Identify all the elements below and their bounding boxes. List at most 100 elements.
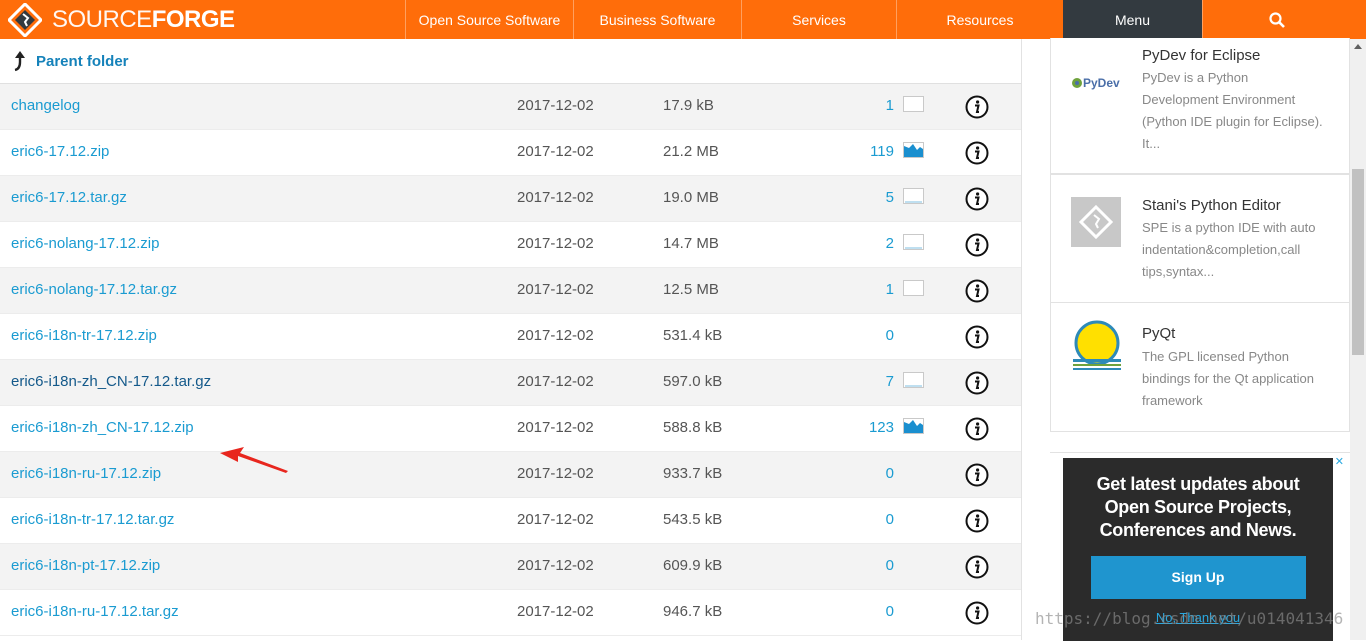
download-count[interactable]: 0	[886, 603, 894, 620]
file-name-link[interactable]: eric6-nolang-17.12.tar.gz	[11, 281, 177, 298]
file-row: eric6-i18n-zh_CN-17.12.zip 2017-12-02 588.…	[0, 406, 1021, 452]
info-icon[interactable]	[965, 463, 989, 487]
newsletter-headline: Get latest updates about Open Source Pro…	[1096, 474, 1300, 540]
file-row: eric6-i18n-zh_CN-17.12.tar.gz 2017-12-02 5…	[0, 360, 1021, 406]
file-size: 17.9 kB	[663, 97, 714, 114]
project-card-pyqt[interactable]: PyQt The GPL licensed Python bindings fo…	[1050, 302, 1350, 432]
info-icon[interactable]	[965, 555, 989, 579]
info-icon[interactable]	[965, 95, 989, 119]
project-name[interactable]: Stani's Python Editor	[1142, 197, 1281, 214]
download-count[interactable]: 0	[886, 465, 894, 482]
download-count[interactable]: 119	[870, 143, 894, 160]
download-sparkline-icon	[903, 280, 924, 296]
download-count[interactable]: 7	[886, 373, 894, 390]
file-rows: changelog 2017-12-02 17.9 kB 1 eric6-17.12.z…	[0, 84, 1021, 636]
file-size: 946.7 kB	[663, 603, 723, 620]
project-name[interactable]: PyQt	[1142, 325, 1175, 342]
info-icon[interactable]	[965, 141, 989, 165]
download-count[interactable]: 5	[886, 189, 894, 206]
project-name[interactable]: PyDev for Eclipse	[1142, 47, 1260, 64]
file-name-link[interactable]: eric6-i18n-tr-17.12.tar.gz	[11, 511, 174, 528]
file-name-link[interactable]: eric6-17.12.tar.gz	[11, 189, 127, 206]
nav-business-software[interactable]: Business Software	[573, 0, 741, 39]
info-icon[interactable]	[965, 233, 989, 257]
ad-close-icon[interactable]: ✕	[1335, 455, 1344, 468]
file-date: 2017-12-02	[517, 235, 594, 252]
file-size: 543.5 kB	[663, 511, 723, 528]
info-icon[interactable]	[965, 601, 989, 625]
file-row: eric6-i18n-ru-17.12.zip 2017-12-02 933.7 k…	[0, 452, 1021, 498]
file-name-link[interactable]: changelog	[11, 97, 80, 114]
sign-up-button[interactable]: Sign Up	[1090, 556, 1306, 599]
red-arrow-annotation	[220, 447, 288, 473]
file-row: eric6-i18n-ru-17.12.tar.gz 2017-12-02 946.…	[0, 590, 1021, 636]
file-row: eric6-17.12.zip 2017-12-02 21.2 MB 119	[0, 130, 1021, 176]
file-size: 531.4 kB	[663, 327, 723, 344]
download-sparkline-icon	[903, 188, 924, 204]
info-icon[interactable]	[965, 509, 989, 533]
project-card-pydev[interactable]: PyDev PyDev for Eclipse PyDev is a Pytho…	[1050, 38, 1350, 174]
pydev-logo-text: PyDev	[1083, 76, 1120, 90]
nav-open-source-software[interactable]: Open Source Software	[405, 0, 573, 39]
parent-folder-link[interactable]: Parent folder	[0, 39, 1021, 84]
project-description: PyDev is a Python Development Environmen…	[1142, 70, 1323, 151]
project-description: The GPL licensed Python bindings for the…	[1142, 349, 1314, 408]
file-list: Parent folder changelog 2017-12-02 17.9 kB…	[0, 39, 1022, 640]
file-date: 2017-12-02	[517, 373, 594, 390]
file-row: eric6-17.12.tar.gz 2017-12-02 19.0 MB 5	[0, 176, 1021, 222]
search-button[interactable]	[1202, 0, 1351, 39]
vertical-scrollbar[interactable]	[1350, 39, 1366, 640]
scroll-up-arrow-icon[interactable]	[1350, 39, 1366, 55]
scrollbar-thumb[interactable]	[1352, 169, 1364, 355]
logo-text: SOURCEFORGE	[52, 5, 235, 33]
nav-services[interactable]: Services	[741, 0, 896, 39]
download-count[interactable]: 1	[886, 97, 894, 114]
file-name-link[interactable]: eric6-i18n-tr-17.12.zip	[11, 327, 157, 344]
file-name-link[interactable]: eric6-nolang-17.12.zip	[11, 235, 159, 252]
file-name-link[interactable]: eric6-i18n-pt-17.12.zip	[11, 557, 160, 574]
project-description: SPE is a python IDE with auto indentatio…	[1142, 220, 1316, 279]
download-count[interactable]: 2	[886, 235, 894, 252]
sourceforge-placeholder-icon	[1071, 197, 1121, 247]
file-row: eric6-i18n-tr-17.12.tar.gz 2017-12-02 543.…	[0, 498, 1021, 544]
info-icon[interactable]	[965, 417, 989, 441]
nav-resources[interactable]: Resources	[896, 0, 1063, 39]
file-date: 2017-12-02	[517, 419, 594, 436]
file-size: 933.7 kB	[663, 465, 723, 482]
download-count[interactable]: 1	[886, 281, 894, 298]
file-size: 609.9 kB	[663, 557, 723, 574]
info-icon[interactable]	[965, 325, 989, 349]
watermark: https://blog.csdn.net/u014041346	[1035, 609, 1344, 628]
site-header: SOURCEFORGE Open Source Software Busines…	[0, 0, 1366, 39]
file-name-link[interactable]: eric6-17.12.zip	[11, 143, 109, 160]
download-sparkline-icon	[903, 418, 924, 434]
file-row: eric6-nolang-17.12.zip 2017-12-02 14.7 MB 2	[0, 222, 1021, 268]
info-icon[interactable]	[965, 279, 989, 303]
download-count[interactable]: 0	[886, 557, 894, 574]
info-icon[interactable]	[965, 371, 989, 395]
file-row: eric6-nolang-17.12.tar.gz 2017-12-02 12.5 …	[0, 268, 1021, 314]
file-name-link[interactable]: eric6-i18n-zh_CN-17.12.tar.gz	[11, 373, 211, 390]
related-projects-sidebar: PyDev PyDev for Eclipse PyDev is a Pytho…	[1022, 38, 1350, 641]
file-name-link[interactable]: eric6-i18n-ru-17.12.tar.gz	[11, 603, 179, 620]
info-icon[interactable]	[965, 187, 989, 211]
download-sparkline-icon	[903, 142, 924, 158]
download-sparkline-icon	[903, 96, 924, 112]
file-size: 14.7 MB	[663, 235, 719, 252]
file-date: 2017-12-02	[517, 189, 594, 206]
parent-folder-label: Parent folder	[36, 52, 129, 70]
project-card-spe[interactable]: Stani's Python Editor SPE is a python ID…	[1050, 174, 1350, 303]
file-date: 2017-12-02	[517, 281, 594, 298]
sourceforge-logo[interactable]: SOURCEFORGE	[0, 0, 405, 39]
download-count[interactable]: 0	[886, 327, 894, 344]
file-size: 588.8 kB	[663, 419, 723, 436]
file-name-link[interactable]: eric6-i18n-zh_CN-17.12.zip	[11, 419, 194, 436]
nav-menu[interactable]: Menu	[1063, 0, 1202, 39]
file-name-link[interactable]: eric6-i18n-ru-17.12.zip	[11, 465, 161, 482]
file-size: 21.2 MB	[663, 143, 719, 160]
file-date: 2017-12-02	[517, 465, 594, 482]
download-count[interactable]: 0	[886, 511, 894, 528]
download-sparkline-icon	[903, 372, 924, 388]
file-size: 19.0 MB	[663, 189, 719, 206]
download-count[interactable]: 123	[869, 419, 894, 436]
